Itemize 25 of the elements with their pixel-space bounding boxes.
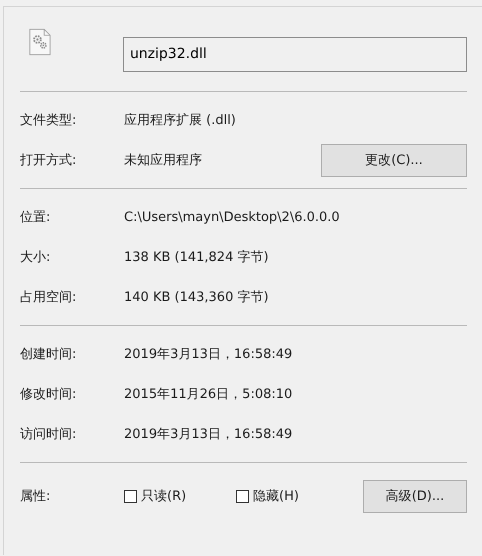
field-label: 占用空间: [20, 289, 78, 306]
field-value: 138 KB (141,824 字节) [124, 249, 270, 266]
field-label: 访问时间: [20, 426, 78, 443]
field-value: 2019年3月13日，16:58:49 [124, 426, 294, 443]
checkbox-label[interactable]: 隐藏(H) [253, 487, 299, 505]
field-value: 2019年3月13日，16:58:49 [124, 346, 294, 363]
field-label: 打开方式: [20, 152, 78, 169]
field-label: 属性: [20, 488, 52, 505]
advanced-button[interactable]: 高级(D)... [363, 480, 467, 512]
gear-file-icon [29, 28, 51, 56]
field-label: 位置: [20, 209, 52, 226]
field-label: 文件类型: [20, 112, 78, 129]
field-value: 2015年11月26日，5:08:10 [124, 386, 294, 403]
field-label: 创建时间: [20, 346, 78, 363]
checkbox[interactable] [124, 490, 137, 502]
checkbox[interactable] [236, 490, 249, 502]
change-button[interactable]: 更改(C)... [321, 144, 467, 176]
field-label: 大小: [20, 249, 52, 266]
field-value: 未知应用程序 [124, 152, 203, 169]
field-value: 应用程序扩展 (.dll) [124, 112, 237, 129]
field-label: 修改时间: [20, 386, 78, 403]
file-name-field[interactable]: unzip32.dll [122, 36, 467, 72]
checkbox-label[interactable]: 只读(R) [141, 487, 186, 505]
field-value: C:\Users\mayn\Desktop\2\6.0.0.0 [124, 210, 341, 224]
field-value: 140 KB (143,360 字节) [124, 289, 270, 306]
